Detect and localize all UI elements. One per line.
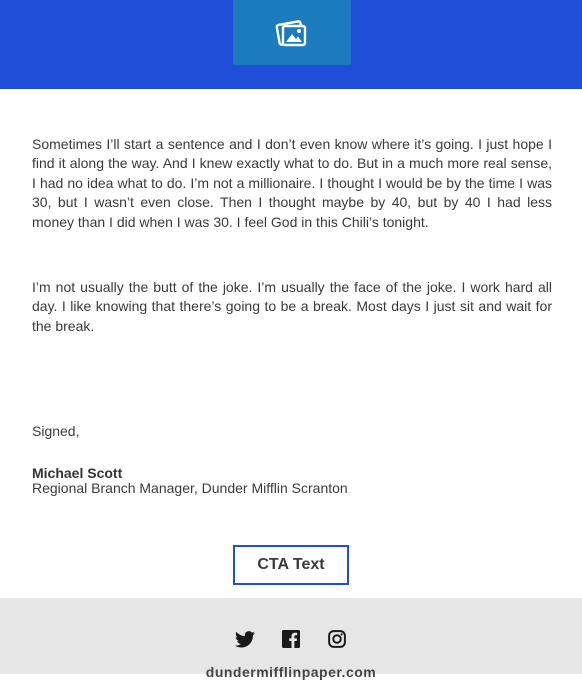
body-paragraph-2: I’m not usually the butt of the joke. I’… xyxy=(32,279,552,334)
email-header xyxy=(0,0,582,89)
twitter-icon[interactable] xyxy=(235,629,255,649)
cta-container: CTA Text xyxy=(0,545,582,586)
footer-domain-link[interactable]: dundermifflinpaper.com xyxy=(0,664,582,680)
logo-placeholder xyxy=(233,0,351,65)
signature-name: Michael Scott xyxy=(32,465,123,482)
email-footer: dundermifflinpaper.com xyxy=(0,598,582,680)
email-body: Sometimes I’ll start a sentence and I do… xyxy=(0,89,582,495)
facebook-icon[interactable] xyxy=(281,629,301,649)
image-placeholder-icon xyxy=(275,19,307,46)
cta-button[interactable]: CTA Text xyxy=(233,545,349,586)
social-links xyxy=(0,629,582,649)
signoff: Signed, xyxy=(32,423,80,440)
instagram-icon[interactable] xyxy=(327,629,347,649)
body-paragraph-1: Sometimes I’ll start a sentence and I do… xyxy=(32,136,552,230)
signature-title: Regional Branch Manager, Dunder Mifflin … xyxy=(32,480,348,497)
